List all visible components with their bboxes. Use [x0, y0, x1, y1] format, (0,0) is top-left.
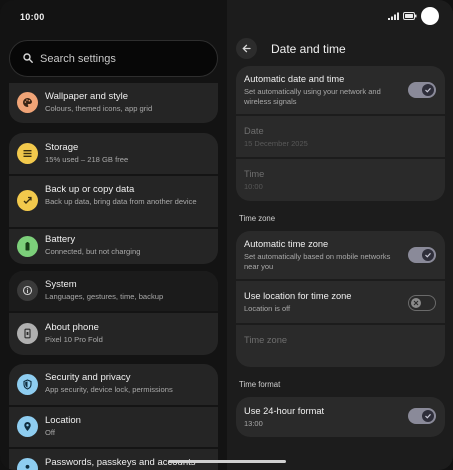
phone-icon [17, 323, 38, 344]
use-24h-title: Use 24-hour format [244, 406, 325, 416]
location-pin-icon [17, 416, 38, 437]
location-title: Location [45, 415, 81, 426]
system-title: System [45, 279, 77, 290]
battery-icon [17, 236, 38, 257]
auto-timezone-title: Automatic time zone [244, 239, 329, 249]
backup-subtitle: Back up data, bring data from another de… [45, 197, 197, 206]
time-title: Time [244, 169, 265, 179]
security-subtitle: App security, device lock, permissions [45, 385, 173, 394]
status-time: 10:00 [20, 12, 45, 22]
use-location-title: Use location for time zone [244, 291, 352, 301]
auto-timezone-row[interactable]: Automatic time zone Set automatically ba… [236, 231, 445, 279]
signal-icon [388, 7, 399, 25]
use-location-toggle[interactable] [408, 295, 436, 311]
date-time-pane: Date and time Automatic date and time Se… [227, 0, 453, 470]
check-icon [422, 249, 434, 261]
search-icon [23, 50, 33, 68]
use-24h-row[interactable]: Use 24-hour format 13:00 [236, 397, 445, 437]
security-title: Security and privacy [45, 372, 131, 383]
time-row: Time 10:00 [236, 159, 445, 201]
check-icon [422, 410, 434, 422]
settings-item-battery[interactable]: Battery Connected, but not charging [9, 229, 218, 264]
settings-item-wallpaper[interactable]: Wallpaper and style Colours, themed icon… [9, 83, 218, 123]
front-camera [421, 7, 439, 25]
settings-item-storage[interactable]: Storage 15% used – 218 GB free [9, 133, 218, 173]
time-zone-card: Automatic time zone Set automatically ba… [236, 231, 445, 367]
settings-item-security[interactable]: Security and privacy App security, devic… [9, 364, 218, 404]
system-subtitle: Languages, gestures, time, backup [45, 292, 164, 301]
status-bar: 10:00 [0, 0, 453, 34]
info-icon [17, 280, 38, 301]
storage-icon [17, 143, 38, 164]
about-title: About phone [45, 322, 99, 333]
wallpaper-subtitle: Colours, themed icons, app grid [45, 104, 153, 113]
section-label-time-format: Time format [239, 380, 281, 389]
battery-title: Battery [45, 234, 76, 245]
settings-group-personalization: Wallpaper and style Colours, themed icon… [9, 83, 218, 123]
settings-group-device: Storage 15% used – 218 GB free Back up o… [9, 133, 218, 264]
time-zone-row: Time zone [236, 325, 445, 367]
home-indicator[interactable] [168, 460, 286, 463]
storage-subtitle: 15% used – 218 GB free [45, 155, 129, 164]
palette-icon [17, 92, 38, 113]
backup-title: Back up or copy data [45, 184, 135, 195]
shield-icon [17, 374, 38, 395]
auto-datetime-subtitle: Set automatically using your network and… [244, 87, 381, 106]
settings-group-system: System Languages, gestures, time, backup… [9, 271, 218, 355]
time-zone-title: Time zone [244, 335, 288, 345]
about-subtitle: Pixel 10 Pro Fold [45, 335, 103, 344]
device-screen: Search settings Wallpaper and style Colo… [0, 0, 453, 470]
settings-item-about-phone[interactable]: About phone Pixel 10 Pro Fold [9, 313, 218, 355]
storage-title: Storage [45, 142, 79, 153]
time-format-card: Use 24-hour format 13:00 [236, 397, 445, 437]
date-value: 15 December 2025 [244, 139, 308, 148]
settings-item-location[interactable]: Location Off [9, 407, 218, 447]
date-title: Date [244, 126, 264, 136]
person-icon [17, 458, 38, 470]
page-title: Date and time [271, 42, 346, 56]
use-24h-toggle[interactable] [408, 408, 436, 424]
passwords-title: Passwords, passkeys and accounts [45, 457, 196, 468]
settings-item-system[interactable]: System Languages, gestures, time, backup [9, 271, 218, 311]
auto-timezone-toggle[interactable] [408, 247, 436, 263]
section-label-time-zone: Time zone [239, 214, 276, 223]
date-row: Date 15 December 2025 [236, 116, 445, 157]
date-time-card: Automatic date and time Set automaticall… [236, 66, 445, 201]
auto-datetime-row[interactable]: Automatic date and time Set automaticall… [236, 66, 445, 114]
close-icon [411, 297, 421, 308]
settings-item-backup[interactable]: Back up or copy data Back up data, bring… [9, 176, 218, 227]
use-location-row[interactable]: Use location for time zone Location is o… [236, 281, 445, 323]
auto-datetime-title: Automatic date and time [244, 74, 345, 84]
back-button[interactable] [236, 38, 257, 59]
search-input[interactable]: Search settings [9, 40, 218, 77]
use-location-subtitle: Location is off [244, 304, 291, 313]
settings-group-privacy: Security and privacy App security, devic… [9, 364, 218, 470]
status-icons [388, 7, 439, 25]
battery-subtitle: Connected, but not charging [45, 247, 141, 256]
search-placeholder: Search settings [40, 52, 116, 65]
wallpaper-title: Wallpaper and style [45, 91, 129, 102]
location-subtitle: Off [45, 428, 55, 437]
arrow-back-icon [242, 44, 251, 53]
time-value: 10:00 [244, 182, 263, 191]
sync-icon [17, 190, 38, 211]
check-icon [422, 84, 434, 96]
use-24h-subtitle: 13:00 [244, 419, 263, 428]
settings-list-pane: Search settings Wallpaper and style Colo… [0, 0, 227, 470]
battery-status-icon [403, 7, 417, 25]
auto-datetime-toggle[interactable] [408, 82, 436, 98]
auto-timezone-subtitle: Set automatically based on mobile networ… [244, 252, 391, 271]
